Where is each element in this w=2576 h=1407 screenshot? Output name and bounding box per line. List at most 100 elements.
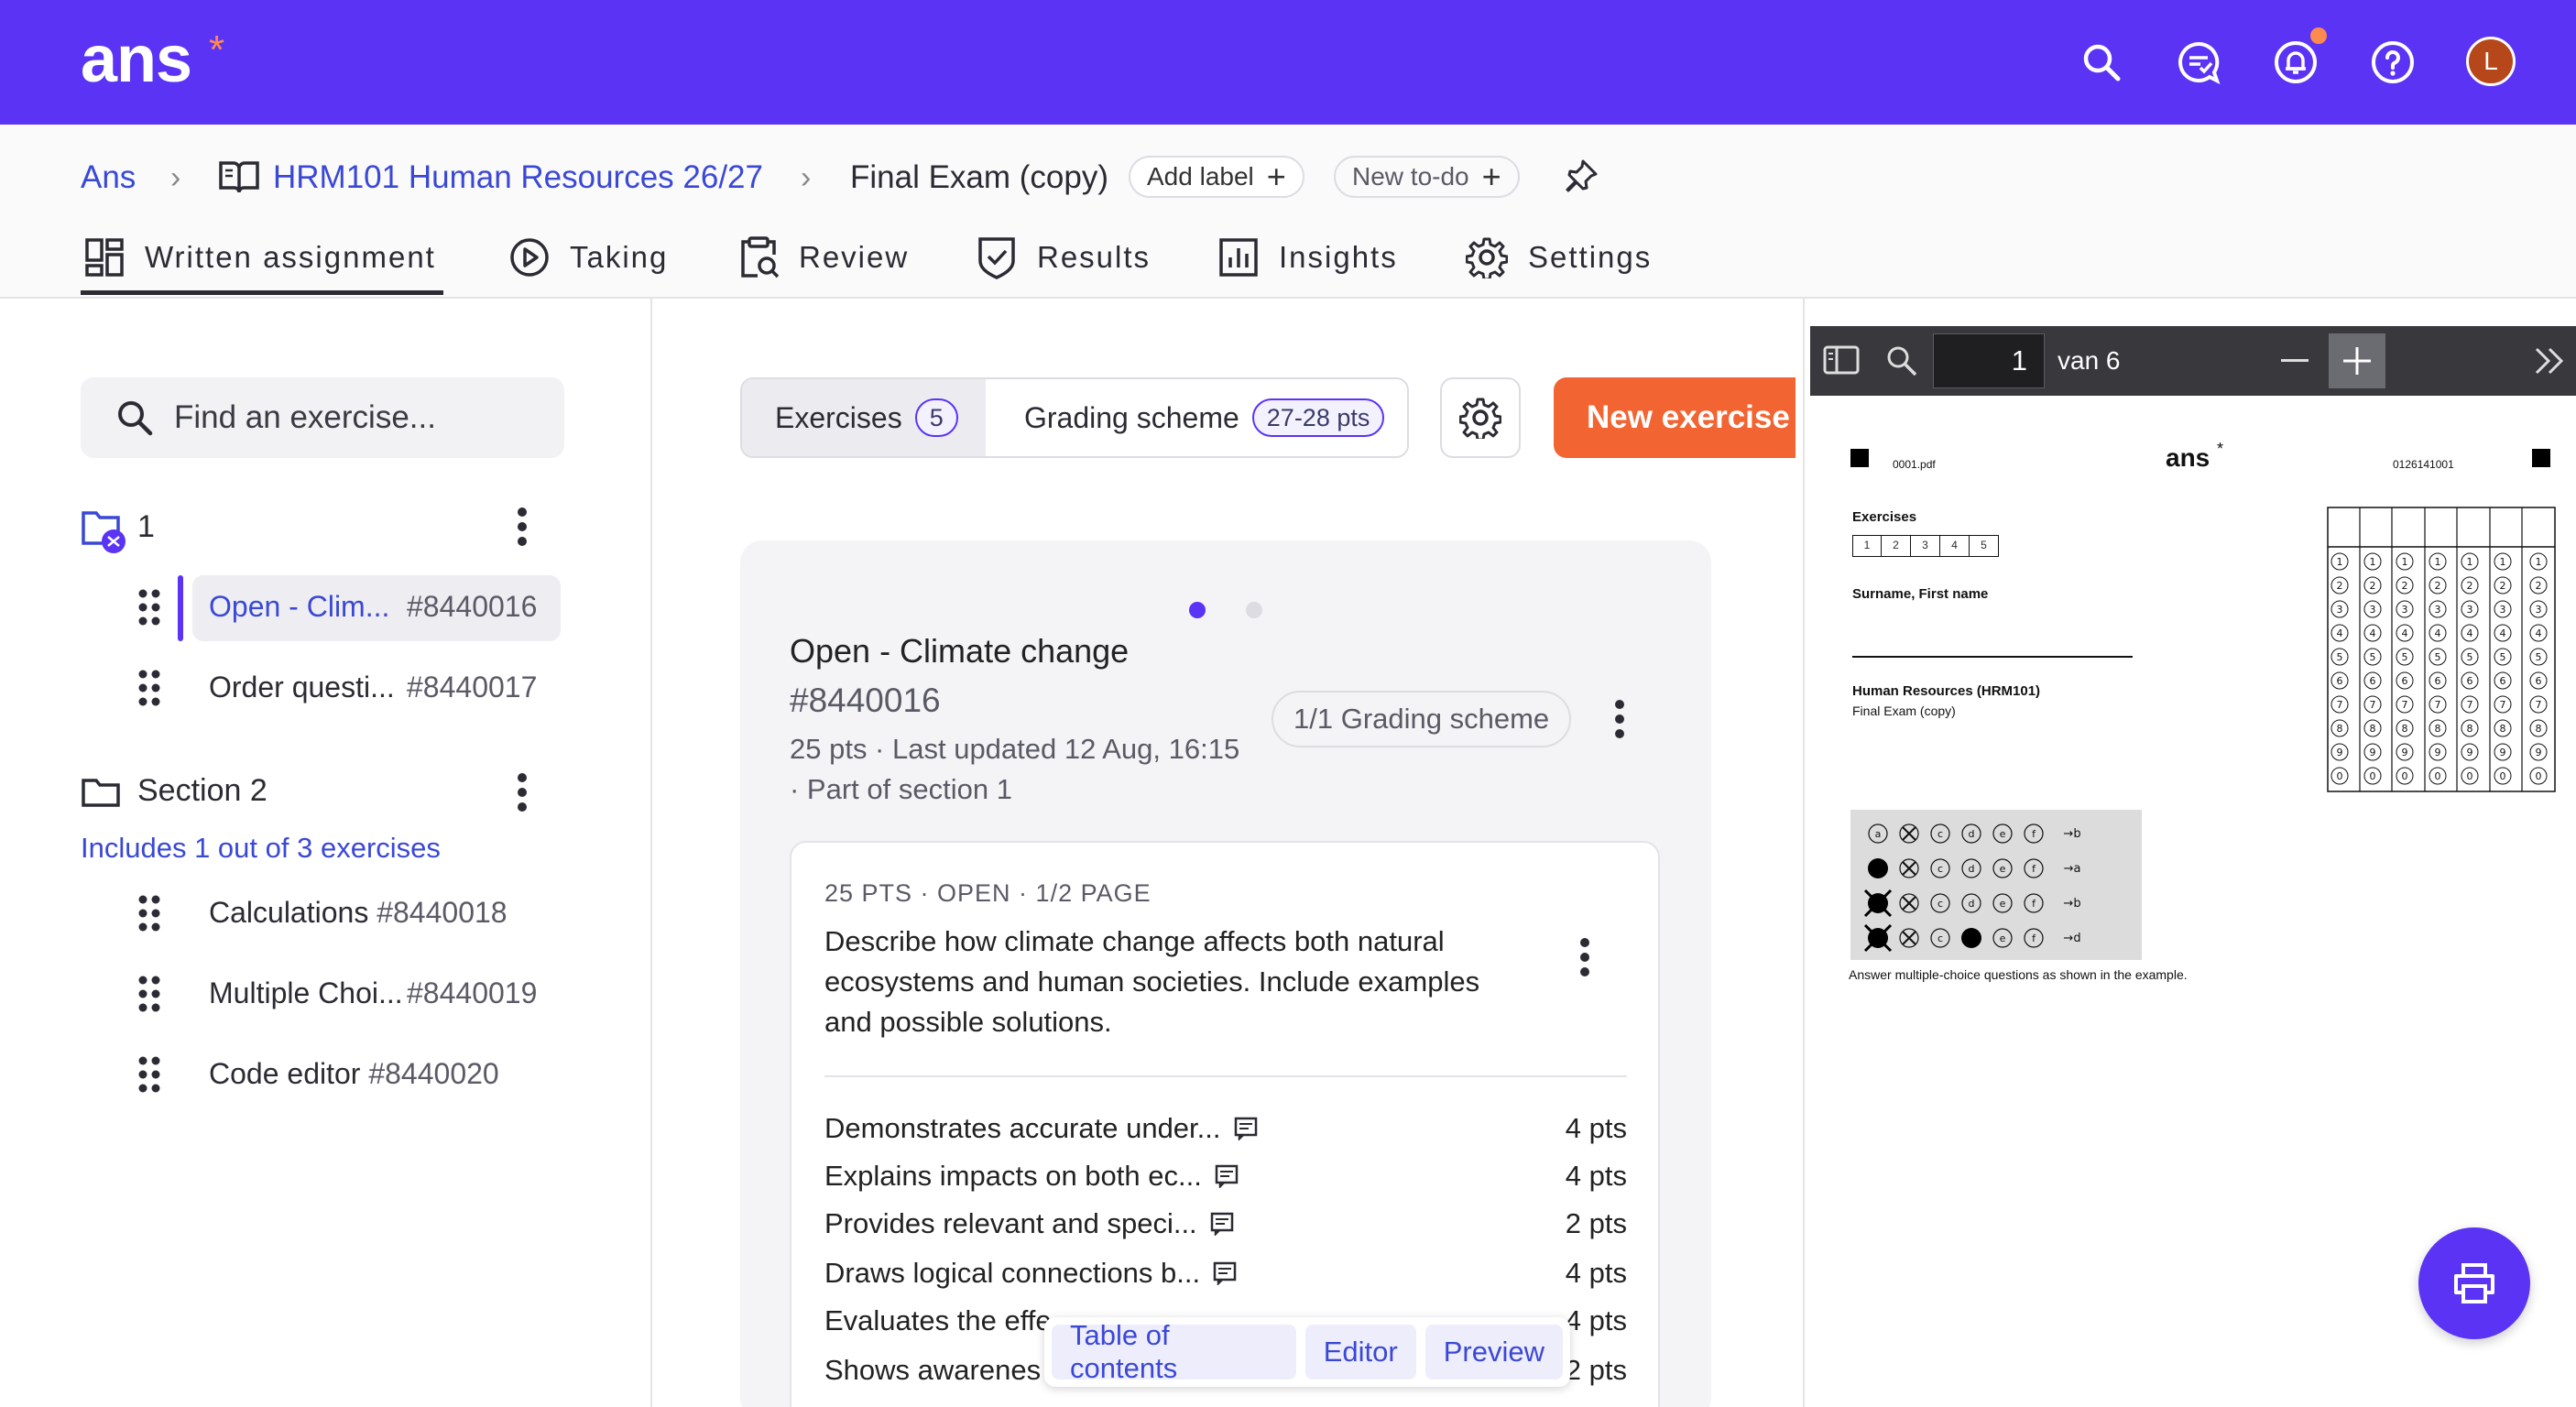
- sidebar-toggle-icon[interactable]: [1823, 344, 1860, 376]
- breadcrumb-course[interactable]: HRM101 Human Resources 26/27: [273, 158, 763, 198]
- grid-digit: 0: [2370, 770, 2376, 782]
- criterion-row[interactable]: Explains impacts on both ec...: [824, 1160, 1239, 1193]
- gear-icon: [1459, 397, 1501, 439]
- tab-insights[interactable]: Insights: [1218, 231, 1398, 284]
- grid-digit: 1: [2467, 556, 2473, 568]
- grid-digit: 9: [2402, 747, 2408, 758]
- zoom-out-icon[interactable]: [2281, 359, 2309, 363]
- grid-digit: 1: [2337, 556, 2343, 568]
- exercise-item-name[interactable]: Multiple Choi...: [209, 976, 403, 1010]
- drag-handle-icon[interactable]: [137, 894, 161, 933]
- drag-handle-icon[interactable]: [137, 975, 161, 1013]
- tab-settings[interactable]: Settings: [1466, 231, 1652, 284]
- grid-digit: 8: [2337, 723, 2343, 735]
- grid-digit: 4: [2337, 627, 2343, 639]
- grid-digit: 4: [2435, 627, 2441, 639]
- grid-digit: 5: [2370, 651, 2376, 663]
- grid-digit: 0: [2467, 770, 2473, 782]
- print-button[interactable]: [2418, 1227, 2530, 1339]
- pdf-exercise-box: 5: [1970, 535, 1999, 557]
- new-exercise-button[interactable]: New exercise: [1554, 377, 1796, 458]
- criterion-row[interactable]: Demonstrates accurate under...: [824, 1112, 1258, 1145]
- pdf-page-input[interactable]: 1: [1933, 333, 2045, 388]
- pdf-exercise-boxes: 1 2 3 4 5: [1852, 535, 1999, 557]
- grid-digit: 3: [2370, 604, 2376, 616]
- drag-handle-icon[interactable]: [137, 669, 161, 707]
- grid-digit: 4: [2500, 627, 2506, 639]
- selected-indicator: [178, 575, 183, 641]
- tab-results[interactable]: Results: [977, 231, 1151, 284]
- exercise-more-icon[interactable]: [1614, 698, 1625, 740]
- pdf-course: Human Resources (HRM101): [1852, 683, 2041, 699]
- exercise-search[interactable]: Find an exercise...: [81, 377, 564, 458]
- tab-taking[interactable]: Taking: [509, 231, 668, 284]
- breadcrumb-current: Final Exam (copy): [850, 159, 1109, 195]
- criterion-points: 2 pts: [1565, 1207, 1627, 1239]
- preview-button[interactable]: Preview: [1424, 1325, 1563, 1380]
- grid-digit: 2: [2467, 580, 2473, 592]
- grid-digit: 7: [2402, 699, 2408, 711]
- search-input[interactable]: Find an exercise...: [174, 399, 436, 436]
- grid-digit: 8: [2500, 723, 2506, 735]
- grid-digit: 6: [2402, 675, 2408, 687]
- section-2-more-icon[interactable]: [517, 771, 528, 813]
- note-icon: [1213, 1261, 1237, 1285]
- exercises-toggle[interactable]: Exercises 5: [742, 379, 986, 456]
- help-icon[interactable]: [2367, 37, 2418, 88]
- notifications-icon[interactable]: [2270, 37, 2321, 88]
- exercise-item-id: #8440016: [407, 590, 538, 623]
- grid-digit: 4: [2370, 627, 2376, 639]
- grid-digit: 4: [2536, 627, 2542, 639]
- grid-digit: 3: [2536, 604, 2542, 616]
- exercise-settings-button[interactable]: [1440, 377, 1521, 458]
- example-result: →b: [2063, 897, 2080, 911]
- table-of-contents-button[interactable]: Table of contents: [1052, 1319, 1296, 1384]
- tab-review[interactable]: Review: [738, 231, 909, 284]
- feedback-icon[interactable]: [2173, 37, 2224, 88]
- carousel-dot-active[interactable]: [1189, 602, 1206, 618]
- question-more-icon[interactable]: [1579, 936, 1590, 978]
- criterion-row[interactable]: Shows awarenes: [824, 1354, 1041, 1387]
- section-1-more-icon[interactable]: [517, 506, 528, 548]
- example-letter: c: [1937, 863, 1943, 875]
- breadcrumb-root[interactable]: Ans: [81, 158, 136, 198]
- grid-digit: 2: [2500, 580, 2506, 592]
- exercise-item[interactable]: Calculations #8440018: [209, 896, 508, 930]
- folder-icon: [81, 777, 121, 808]
- criterion-row[interactable]: Draws logical connections b...: [824, 1257, 1237, 1290]
- editor-button[interactable]: Editor: [1304, 1325, 1416, 1380]
- grading-scheme-toggle[interactable]: Grading scheme 27-28 pts: [988, 379, 1407, 456]
- pdf-exercises-label: Exercises: [1852, 509, 1917, 525]
- grid-digit: 2: [2370, 580, 2376, 592]
- criterion-row[interactable]: Evaluates the effe: [824, 1304, 1052, 1337]
- preview-divider: [1803, 299, 1805, 1407]
- zoom-in-icon: [2343, 347, 2371, 375]
- play-circle-icon: [509, 237, 550, 278]
- double-chevron-right-icon[interactable]: [2534, 346, 2565, 376]
- pdf-name-line: [1852, 656, 2133, 658]
- add-label-button[interactable]: Add label +: [1129, 156, 1304, 198]
- app-logo[interactable]: ans: [81, 22, 192, 97]
- carousel-dot[interactable]: [1246, 602, 1262, 618]
- exercise-item[interactable]: Code editor #8440020: [209, 1057, 499, 1091]
- search-icon[interactable]: [2076, 37, 2127, 88]
- drag-handle-icon[interactable]: [137, 588, 161, 627]
- grid-digit: 1: [2435, 556, 2441, 568]
- pdf-logo: ans: [2166, 443, 2210, 472]
- drag-handle-icon[interactable]: [137, 1055, 161, 1094]
- search-icon[interactable]: [1885, 344, 1918, 377]
- exercises-count-badge: 5: [914, 398, 958, 437]
- example-result: →d: [2063, 932, 2080, 945]
- new-todo-button[interactable]: New to-do +: [1334, 156, 1520, 198]
- grid-digit: 0: [2402, 770, 2408, 782]
- pin-icon[interactable]: [1563, 158, 1599, 194]
- grading-scheme-pill[interactable]: 1/1 Grading scheme: [1272, 691, 1572, 747]
- grid-digit: 3: [2500, 604, 2506, 616]
- exercise-item-name[interactable]: Open - Clim...: [209, 590, 389, 624]
- grid-digit: 0: [2536, 770, 2542, 782]
- criterion-row[interactable]: Provides relevant and speci...: [824, 1207, 1234, 1240]
- shield-check-icon: [977, 235, 1017, 279]
- exercise-item-name[interactable]: Order questi...: [209, 671, 395, 704]
- user-avatar[interactable]: L: [2466, 37, 2516, 86]
- tab-written-assignment[interactable]: Written assignment: [84, 231, 436, 284]
